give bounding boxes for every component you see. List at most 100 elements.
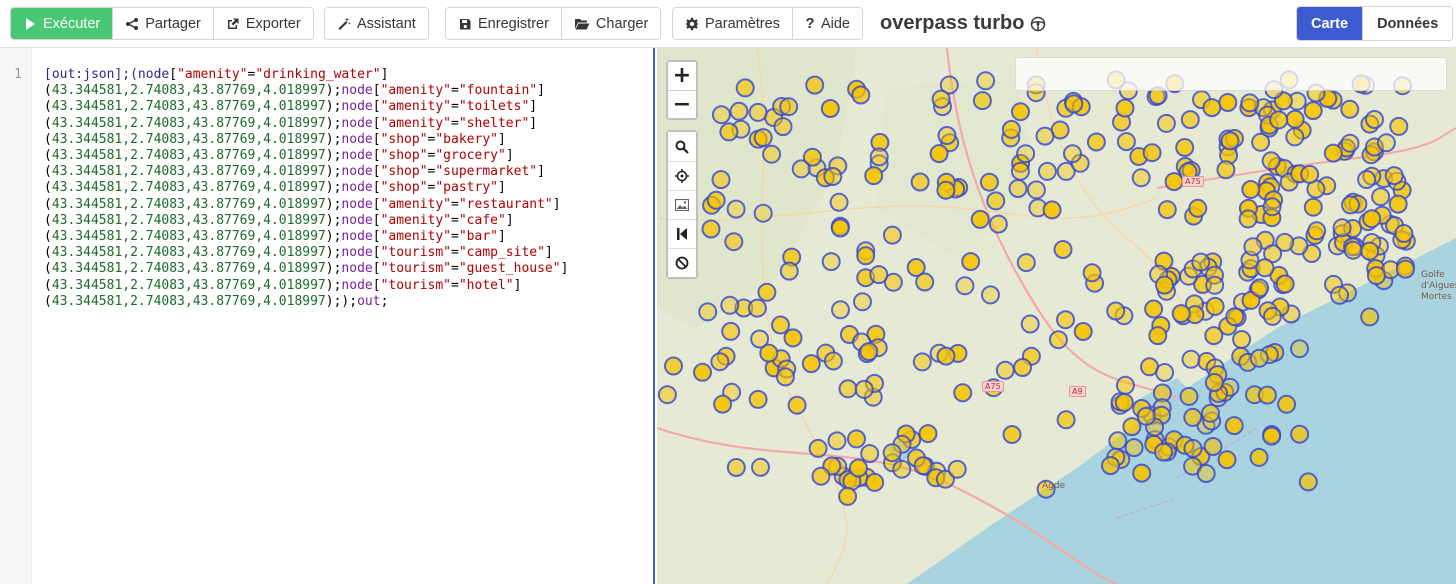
poi-marker[interactable] xyxy=(859,342,879,362)
poi-marker[interactable] xyxy=(1183,439,1203,458)
poi-marker[interactable] xyxy=(719,122,739,142)
poi-marker[interactable] xyxy=(1148,326,1168,346)
poi-marker[interactable] xyxy=(961,252,981,272)
poi-marker[interactable] xyxy=(791,159,811,179)
zoom-to-data-button[interactable] xyxy=(668,132,696,161)
poi-marker[interactable] xyxy=(1300,164,1320,184)
poi-marker[interactable] xyxy=(706,190,726,210)
poi-marker[interactable] xyxy=(711,170,731,190)
poi-marker[interactable] xyxy=(1384,166,1404,186)
load-button[interactable]: Charger xyxy=(560,8,661,39)
poi-marker[interactable] xyxy=(1250,278,1270,298)
export-image-button[interactable] xyxy=(668,190,696,219)
poi-marker[interactable] xyxy=(848,458,868,478)
poi-marker[interactable] xyxy=(853,292,872,312)
poi-marker[interactable] xyxy=(1101,456,1120,476)
poi-marker[interactable] xyxy=(1086,132,1106,152)
poi-marker[interactable] xyxy=(1205,296,1225,316)
poi-marker[interactable] xyxy=(1202,98,1222,118)
poi-marker[interactable] xyxy=(1136,406,1156,426)
poi-marker[interactable] xyxy=(762,144,782,164)
poi-marker[interactable] xyxy=(724,232,744,252)
tab-map[interactable]: Carte xyxy=(1297,7,1363,40)
poi-marker[interactable] xyxy=(1171,304,1191,324)
poi-marker[interactable] xyxy=(1204,373,1224,392)
poi-marker[interactable] xyxy=(1360,241,1380,261)
poi-marker[interactable] xyxy=(1285,127,1305,147)
poi-marker[interactable] xyxy=(1035,126,1055,146)
poi-marker[interactable] xyxy=(1225,307,1245,327)
poi-marker[interactable] xyxy=(779,97,799,117)
poi-marker[interactable] xyxy=(1332,218,1352,238)
poi-marker[interactable] xyxy=(1298,472,1318,492)
poi-marker[interactable] xyxy=(726,458,746,477)
poi-marker[interactable] xyxy=(1115,375,1135,395)
poi-marker[interactable] xyxy=(847,429,866,449)
first-result-button[interactable] xyxy=(668,219,696,248)
poi-marker[interactable] xyxy=(1016,144,1036,164)
poi-marker[interactable] xyxy=(827,431,847,451)
poi-marker[interactable] xyxy=(1131,168,1151,188)
poi-marker[interactable] xyxy=(1340,99,1360,119)
poi-marker[interactable] xyxy=(1340,133,1360,153)
poi-marker[interactable] xyxy=(1002,425,1022,444)
poi-marker[interactable] xyxy=(1048,330,1068,350)
poi-marker[interactable] xyxy=(720,295,740,315)
poi-marker[interactable] xyxy=(751,457,770,477)
poi-marker[interactable] xyxy=(1010,161,1030,181)
poi-marker[interactable] xyxy=(1303,101,1323,121)
poi-marker[interactable] xyxy=(892,459,912,479)
poi-marker[interactable] xyxy=(1365,110,1384,129)
poi-marker[interactable] xyxy=(775,367,795,387)
poi-marker[interactable] xyxy=(1243,237,1263,257)
poi-marker[interactable] xyxy=(1232,330,1252,349)
poi-marker[interactable] xyxy=(1008,179,1028,198)
poi-marker[interactable] xyxy=(937,126,957,145)
poi-marker[interactable] xyxy=(1053,240,1073,259)
poi-marker[interactable] xyxy=(912,352,932,372)
poi-marker[interactable] xyxy=(1217,450,1237,470)
poi-marker[interactable] xyxy=(1155,275,1174,295)
poi-marker[interactable] xyxy=(1203,437,1223,456)
poi-marker[interactable] xyxy=(783,328,803,348)
poi-marker[interactable] xyxy=(1108,431,1128,451)
help-button[interactable]: ? Aide xyxy=(791,8,862,39)
poi-marker[interactable] xyxy=(1251,132,1271,152)
run-button[interactable]: Exécuter xyxy=(11,8,113,39)
poi-marker[interactable] xyxy=(936,180,956,200)
poi-marker[interactable] xyxy=(1191,252,1211,272)
poi-marker[interactable] xyxy=(929,144,949,164)
poi-marker[interactable] xyxy=(1388,194,1408,214)
map-search-input[interactable] xyxy=(1015,57,1447,91)
poi-marker[interactable] xyxy=(831,300,850,320)
poi-marker[interactable] xyxy=(1056,310,1075,330)
poi-marker[interactable] xyxy=(1064,94,1084,114)
poi-marker[interactable] xyxy=(869,265,889,285)
poi-marker[interactable] xyxy=(1263,306,1282,326)
poi-marker[interactable] xyxy=(1026,180,1046,200)
poi-marker[interactable] xyxy=(1157,200,1177,220)
poi-marker[interactable] xyxy=(1303,197,1323,217)
poi-marker[interactable] xyxy=(823,351,843,371)
poi-marker[interactable] xyxy=(664,356,683,376)
poi-marker[interactable] xyxy=(823,167,843,186)
poi-marker[interactable] xyxy=(1262,426,1282,446)
poi-marker[interactable] xyxy=(856,246,876,266)
poi-marker[interactable] xyxy=(1357,170,1377,189)
poi-marker[interactable] xyxy=(986,191,1006,211)
poi-marker[interactable] xyxy=(713,394,733,414)
poi-marker[interactable] xyxy=(953,383,973,403)
poi-marker[interactable] xyxy=(771,315,790,335)
poi-marker[interactable] xyxy=(970,209,990,229)
poi-marker[interactable] xyxy=(1056,410,1076,430)
poi-marker[interactable] xyxy=(1262,197,1282,217)
poi-marker[interactable] xyxy=(1218,93,1238,112)
poi-marker[interactable] xyxy=(1181,349,1201,369)
poi-marker[interactable] xyxy=(936,346,956,366)
poi-marker[interactable] xyxy=(787,395,807,415)
poi-marker[interactable] xyxy=(1013,358,1033,377)
poi-marker[interactable] xyxy=(1362,209,1382,229)
poi-marker[interactable] xyxy=(854,379,874,399)
poi-marker[interactable] xyxy=(1330,285,1349,305)
poi-marker[interactable] xyxy=(1371,187,1391,207)
